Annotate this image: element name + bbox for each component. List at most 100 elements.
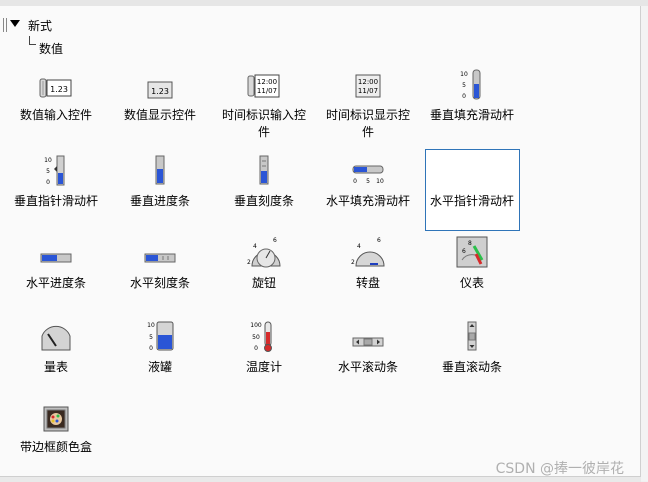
horizontal-pointer-slide-icon [421,152,523,186]
palette-item-vertical-pointer-slide[interactable]: 10 5 0 垂直指针滑动杆 [5,152,107,210]
icon-text-num: 1.23 [50,85,68,94]
vertical-scrollbar-icon [421,318,523,352]
palette-item-horizontal-fill-slide[interactable]: 0 5 10 水平填充滑动杆 [317,152,419,210]
icon-text-t5: 5 [366,178,370,185]
vertical-pointer-slide-icon: 10 5 0 [5,152,107,186]
icon-text-t5: 5 [149,334,153,341]
bottom-edge-strip [0,476,641,482]
vertical-graduated-bar-icon [213,152,315,186]
icon-text-t6: 6 [377,237,381,244]
icon-text-t8: 8 [468,240,472,247]
horizontal-scrollbar-icon [317,318,419,352]
icon-text-t5: 5 [462,82,466,89]
palette-item-numeric-control[interactable]: 1.23 数值输入控件 [5,66,107,124]
icon-text-t6: 6 [273,237,277,244]
icon-text-t50: 50 [252,334,260,341]
palette-item-timestamp-control[interactable]: 12:00 11/07 时间标识输入控件 [213,66,315,141]
palette-item-knob[interactable]: 4 6 2 旋钮 [213,234,315,292]
icon-text-time-a: 12:00 [358,78,378,86]
item-label: 带边框颜色盒 [19,440,92,454]
horizontal-progress-bar-icon [5,234,107,268]
item-label: 垂直滚动条 [441,360,502,374]
tree-child-label[interactable]: 数值 [39,40,63,57]
item-label: 水平进度条 [25,276,86,290]
tree-connector [29,36,36,45]
icon-text-t4: 4 [253,243,257,250]
dial-icon: 4 6 2 [317,234,419,268]
palette-item-vertical-scrollbar[interactable]: 垂直滚动条 [421,318,523,376]
item-label: 垂直填充滑动杆 [429,108,514,122]
palette-item-horizontal-progress-bar[interactable]: 水平进度条 [5,234,107,292]
icon-text-t10: 10 [460,71,468,78]
icon-text-t0: 0 [149,345,153,352]
icon-text-t0: 0 [254,345,258,352]
item-label: 量表 [43,360,68,374]
tank-icon: 10 5 0 [109,318,211,352]
palette-item-thermometer[interactable]: 100 50 0 温度计 [213,318,315,376]
collapse-triangle-icon[interactable] [10,20,20,27]
icon-text-t100: 100 [250,322,262,329]
controls-palette: 新式 数值 1.23 数值输入控件 1.23 数值显示控件 12:00 11/0… [0,6,641,477]
watermark: CSDN @捧一彼岸花 [495,461,624,477]
palette-item-horizontal-scrollbar[interactable]: 水平滚动条 [317,318,419,376]
palette-item-timestamp-indicator[interactable]: 12:00 11/07 时间标识显示控件 [317,66,419,141]
numeric-indicator-icon: 1.23 [109,66,211,100]
gauge-icon: 6 8 [421,234,523,268]
thermometer-icon: 100 50 0 [213,318,315,352]
knob-icon: 4 6 2 [213,234,315,268]
meter-icon [5,318,107,352]
icon-text-time-a: 12:00 [257,78,277,86]
item-label: 水平填充滑动杆 [325,194,410,208]
vertical-progress-bar-icon [109,152,211,186]
numeric-control-icon: 1.23 [5,66,107,100]
icon-text-t6: 6 [462,248,466,255]
icon-text-t0: 0 [46,179,50,186]
item-label: 转盘 [355,276,380,290]
tree-root-label[interactable]: 新式 [28,17,52,34]
icon-text-t0: 0 [462,93,466,100]
palette-item-tank[interactable]: 10 5 0 液罐 [109,318,211,376]
item-label: 水平滚动条 [337,360,398,374]
right-edge-strip [641,6,648,481]
timestamp-indicator-icon: 12:00 11/07 [317,66,419,100]
item-label: 时间标识显示控件 [325,108,410,139]
icon-text-t0: 0 [353,178,357,185]
horizontal-graduated-bar-icon [109,234,211,268]
palette-item-meter[interactable]: 量表 [5,318,107,376]
item-label: 温度计 [245,360,282,374]
timestamp-control-icon: 12:00 11/07 [213,66,315,100]
icon-text-t2: 2 [247,259,251,266]
item-label: 垂直进度条 [129,194,190,208]
palette-item-horizontal-graduated-bar[interactable]: 水平刻度条 [109,234,211,292]
palette-item-vertical-fill-slide[interactable]: 10 5 0 垂直填充滑动杆 [421,66,523,124]
icon-text-time-b: 11/07 [358,87,378,95]
palette-item-vertical-progress-bar[interactable]: 垂直进度条 [109,152,211,210]
icon-text-t10: 10 [147,322,155,329]
palette-item-numeric-indicator[interactable]: 1.23 数值显示控件 [109,66,211,124]
palette-item-dial[interactable]: 4 6 2 转盘 [317,234,419,292]
icon-text-t10: 10 [44,157,52,164]
item-label: 水平指针滑动杆 [429,194,514,208]
item-label: 数值显示控件 [123,108,196,122]
item-label: 垂直指针滑动杆 [13,194,98,208]
framed-color-box-icon [5,398,107,432]
palette-item-vertical-graduated-bar[interactable]: 垂直刻度条 [213,152,315,210]
icon-text-t4: 4 [357,243,361,250]
item-label: 时间标识输入控件 [221,108,306,139]
icon-text-t2: 2 [351,259,355,266]
item-label: 水平刻度条 [129,276,190,290]
horizontal-fill-slide-icon: 0 5 10 [317,152,419,186]
palette-item-framed-color-box[interactable]: 带边框颜色盒 [5,398,107,456]
icon-text-t5: 5 [46,168,50,175]
item-label: 数值输入控件 [19,108,92,122]
icon-text-num: 1.23 [151,87,169,96]
item-label: 仪表 [459,276,484,290]
palette-item-horizontal-pointer-slide[interactable]: 水平指针滑动杆 [421,152,523,210]
item-label: 垂直刻度条 [233,194,294,208]
icon-text-time-b: 11/07 [257,87,277,95]
vertical-fill-slide-icon: 10 5 0 [421,66,523,100]
item-label: 旋钮 [251,276,276,290]
palette-item-gauge[interactable]: 6 8 仪表 [421,234,523,292]
palette-grip-handle[interactable] [3,18,7,32]
icon-text-t10: 10 [376,178,384,185]
